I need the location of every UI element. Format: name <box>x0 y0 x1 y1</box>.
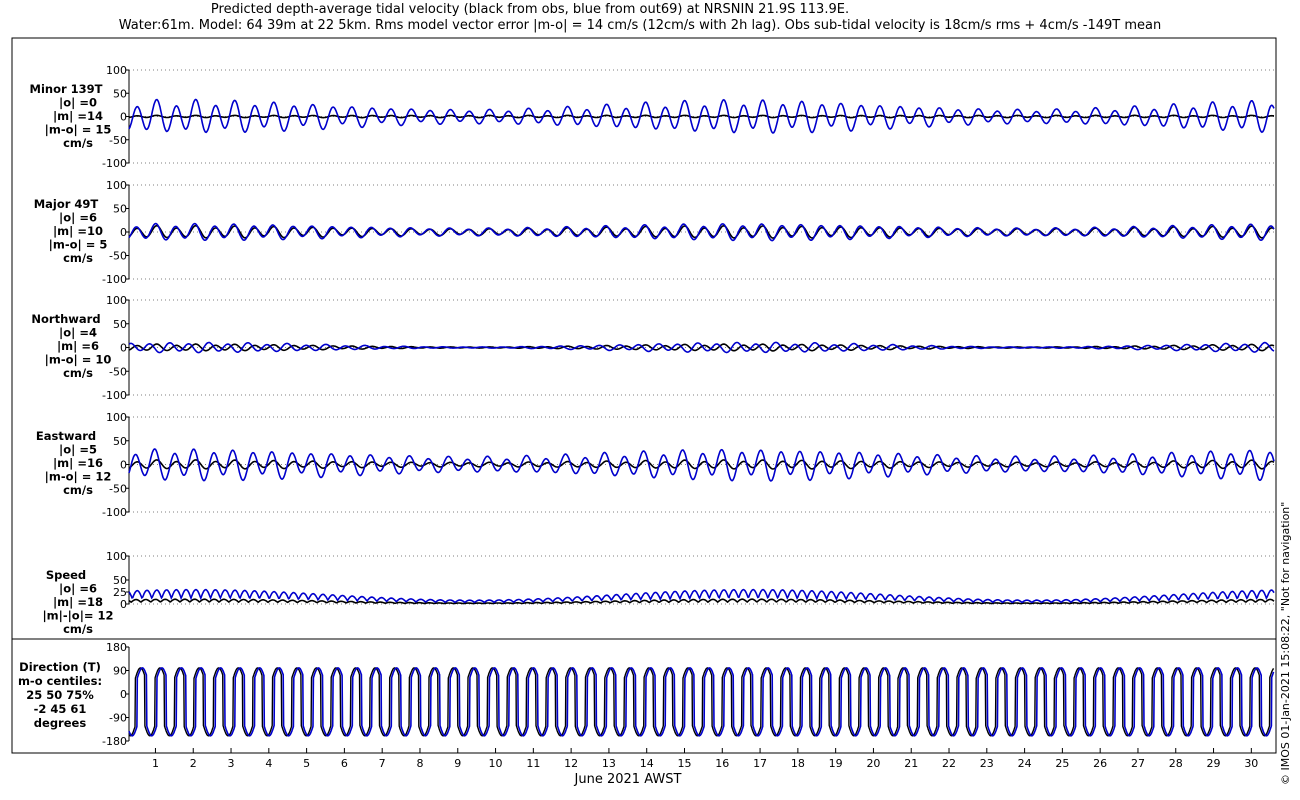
direction-label-line: 25 50 75% <box>26 688 94 702</box>
y-tick-label: 0 <box>120 688 127 701</box>
panel-label-line: |m-o| = 12 <box>45 470 112 484</box>
panel-label-line: |m|-|o|= 12 <box>42 609 113 623</box>
x-tick-label: 13 <box>602 757 616 770</box>
panel-label-line: |o| =4 <box>59 326 97 340</box>
x-tick-label: 15 <box>677 757 691 770</box>
y-tick-label: 0 <box>120 226 127 239</box>
x-tick-label: 30 <box>1244 757 1258 770</box>
x-axis-label: June 2021 AWST <box>574 772 682 787</box>
y-tick-label: 100 <box>106 411 127 424</box>
x-tick-label: 28 <box>1169 757 1183 770</box>
x-tick-label: 22 <box>942 757 956 770</box>
x-tick-label: 20 <box>866 757 880 770</box>
panel-label-line: |m-o| = 10 <box>45 353 112 367</box>
direction-label-line: m-o centiles: <box>18 674 102 688</box>
x-tick-label: 24 <box>1018 757 1032 770</box>
y-tick-label: -50 <box>109 134 127 147</box>
x-tick-label: 18 <box>791 757 805 770</box>
x-tick-label: 1 <box>152 757 159 770</box>
x-tick-label: 4 <box>265 757 272 770</box>
y-tick-label: 0 <box>120 598 127 611</box>
x-tick-label: 17 <box>753 757 767 770</box>
panel-label-line: Minor 139T <box>30 82 103 96</box>
y-tick-label: -180 <box>102 735 127 748</box>
x-tick-label: 26 <box>1093 757 1107 770</box>
panel-label-line: cm/s <box>63 251 93 265</box>
panel-label-line: |o| =6 <box>59 211 97 225</box>
x-tick-label: 2 <box>190 757 197 770</box>
direction-label-line: -2 45 61 <box>34 702 87 716</box>
direction-label-line: Direction (T) <box>19 660 101 674</box>
panel-label-line: cm/s <box>63 622 93 636</box>
y-tick-label: 100 <box>106 179 127 192</box>
panel-label-line: |m| =18 <box>53 595 103 609</box>
y-tick-label: 100 <box>106 294 127 307</box>
x-tick-label: 23 <box>980 757 994 770</box>
panel-label-line: cm/s <box>63 136 93 150</box>
y-tick-label: 0 <box>120 459 127 472</box>
x-tick-label: 10 <box>489 757 503 770</box>
x-tick-label: 12 <box>564 757 578 770</box>
y-tick-label: -100 <box>102 157 127 170</box>
y-tick-label: -100 <box>102 273 127 286</box>
y-tick-label: 50 <box>113 203 127 216</box>
y-tick-label: 100 <box>106 64 127 77</box>
y-tick-label: 100 <box>106 550 127 563</box>
x-tick-label: 7 <box>379 757 386 770</box>
x-tick-label: 25 <box>1055 757 1069 770</box>
panel-label-line: |o| =5 <box>59 443 97 457</box>
x-tick-label: 16 <box>715 757 729 770</box>
panel-label-line: |m-o| = 5 <box>49 238 108 252</box>
y-tick-label: 50 <box>113 318 127 331</box>
y-tick-label: -100 <box>102 389 127 402</box>
panel-label-line: cm/s <box>63 366 93 380</box>
y-tick-label: -50 <box>109 365 127 378</box>
panel-label-line: Speed <box>46 568 86 582</box>
y-tick-label: 50 <box>113 435 127 448</box>
x-tick-label: 21 <box>904 757 918 770</box>
y-tick-label: -50 <box>109 482 127 495</box>
chart-title-line1: Predicted depth-average tidal velocity (… <box>211 2 849 17</box>
y-tick-label: 90 <box>113 665 127 678</box>
tidal-velocity-chart: Predicted depth-average tidal velocity (… <box>0 0 1300 800</box>
y-tick-label: -90 <box>109 712 127 725</box>
panel-label-line: |o| =6 <box>59 582 97 596</box>
x-tick-label: 27 <box>1131 757 1145 770</box>
x-tick-label: 14 <box>640 757 654 770</box>
panel-label-line: |m| =10 <box>53 224 103 238</box>
x-tick-label: 9 <box>454 757 461 770</box>
x-tick-label: 6 <box>341 757 348 770</box>
y-tick-label: 0 <box>120 111 127 124</box>
y-tick-label: 180 <box>106 641 127 654</box>
panel-label-line: Major 49T <box>34 197 99 211</box>
panel-label-line: Northward <box>31 312 100 326</box>
panel-label-line: |m-o| = 15 <box>45 123 112 137</box>
y-tick-label: -100 <box>102 506 127 519</box>
panel-label-line: |m| =14 <box>53 109 103 123</box>
panel-label-line: cm/s <box>63 483 93 497</box>
panel-label-line: |o| =0 <box>59 96 97 110</box>
y-tick-label: 0 <box>120 342 127 355</box>
panel-label-line: Eastward <box>36 429 96 443</box>
x-tick-label: 8 <box>416 757 423 770</box>
x-tick-label: 11 <box>526 757 540 770</box>
copyright-note: © IMOS 01-Jan-2021 15:08:22, "Not for na… <box>1279 502 1292 785</box>
direction-label-line: degrees <box>34 716 87 730</box>
x-tick-label: 5 <box>303 757 310 770</box>
y-tick-label: 50 <box>113 87 127 100</box>
x-tick-label: 3 <box>228 757 235 770</box>
panel-label-line: |m| =6 <box>57 339 99 353</box>
y-tick-label: -50 <box>109 250 127 263</box>
x-tick-label: 19 <box>829 757 843 770</box>
panel-label-line: |m| =16 <box>53 456 103 470</box>
chart-title-line2: Water:61m. Model: 64 39m at 22 5km. Rms … <box>119 18 1162 33</box>
x-tick-label: 29 <box>1207 757 1221 770</box>
